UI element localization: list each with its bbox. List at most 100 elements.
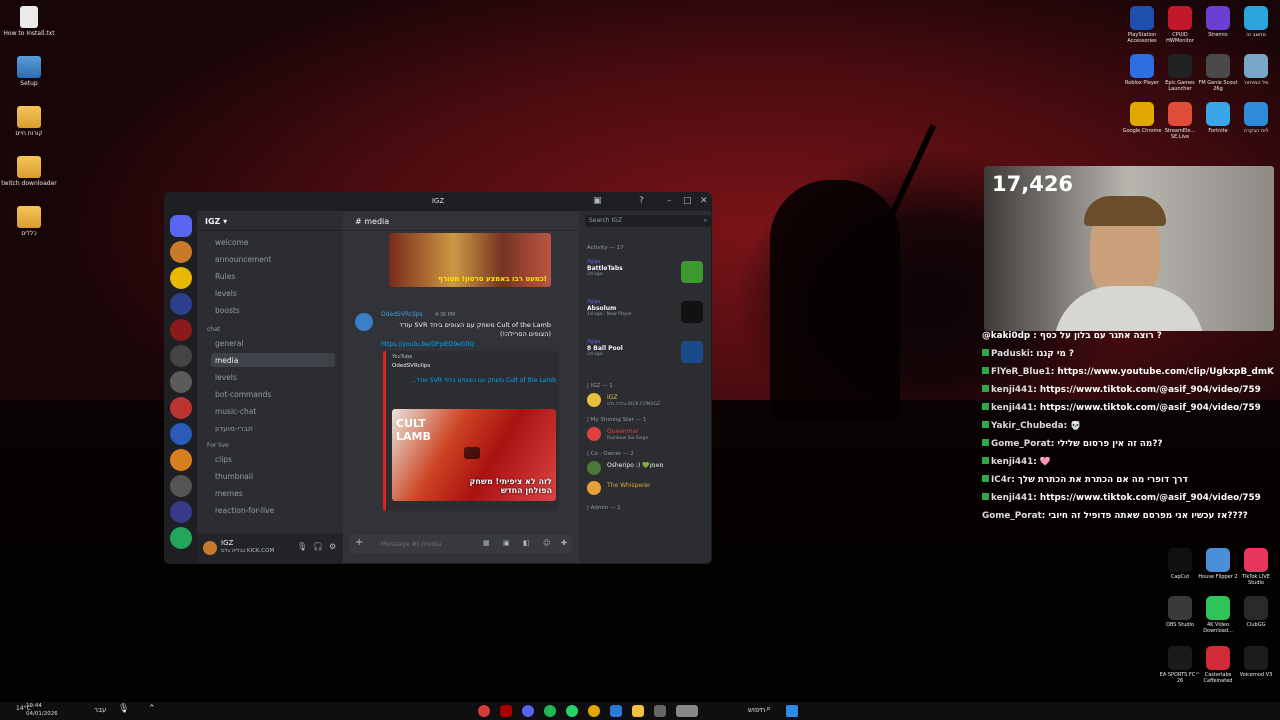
channel-item[interactable]: announcement — [211, 252, 335, 266]
channel-category[interactable]: For live — [207, 442, 229, 449]
activity-card[interactable]: Pippa BattleTabs 2d ago — [587, 259, 707, 293]
gear-icon[interactable]: ⚙ — [329, 542, 336, 551]
minimize-button[interactable]: – — [667, 196, 672, 206]
channel-item[interactable]: Rules — [211, 269, 335, 283]
task-view-icon[interactable] — [676, 705, 698, 717]
avatar[interactable] — [355, 313, 373, 331]
channel-item[interactable]: bot-commands — [211, 387, 335, 401]
app-icon[interactable] — [500, 705, 512, 717]
desktop-icon[interactable]: twitch downloader — [0, 156, 58, 187]
member-name[interactable]: Osheripo :) 💚מאמן — [607, 462, 663, 469]
channel-item[interactable]: חברי-מועדון — [211, 421, 335, 435]
message-author[interactable]: OdedSVRclips — [381, 311, 423, 318]
discord-icon[interactable] — [522, 705, 534, 717]
channel-item[interactable]: thumbnail — [211, 469, 335, 483]
server-icon[interactable] — [170, 267, 192, 289]
channel-item[interactable]: general — [211, 336, 335, 350]
activity-card[interactable]: Pippa Absolum 1d ago · New Player — [587, 299, 707, 333]
server-icon[interactable] — [170, 319, 192, 341]
channel-item[interactable]: clips — [211, 452, 335, 466]
server-icon[interactable] — [170, 475, 192, 497]
desktop-icon[interactable]: Voicemod V3 — [1234, 646, 1278, 678]
search-label[interactable]: חיפוש — [748, 706, 765, 714]
avatar[interactable] — [587, 461, 601, 475]
maximize-button[interactable]: □ — [683, 196, 692, 206]
close-button[interactable]: ✕ — [700, 196, 708, 206]
member-name[interactable]: IGZ — [607, 394, 618, 401]
desktop-icon[interactable]: TikTok LIVE Studio — [1234, 548, 1278, 586]
server-name[interactable]: IGZ ▾ — [197, 211, 343, 231]
channel-item[interactable]: boosts — [211, 303, 335, 317]
channel-item[interactable]: welcome — [211, 235, 335, 249]
whatsapp-icon[interactable] — [566, 705, 578, 717]
avatar[interactable] — [587, 481, 601, 495]
app-icon[interactable] — [478, 705, 490, 717]
embed-title[interactable]: Cult of the Lamb משחק עם הצופים ביחד SVR… — [392, 377, 556, 384]
channel-item[interactable]: reaction-for-live — [211, 503, 335, 517]
chat-area: # media כמעט רבו באמצע סרטון! מטורף! Ode… — [343, 211, 579, 563]
server-icon[interactable] — [170, 293, 192, 315]
discord-home-icon[interactable] — [170, 215, 192, 237]
channel-item[interactable]: memes — [211, 486, 335, 500]
desktop-icon[interactable]: Setup — [0, 56, 58, 87]
channel-item[interactable]: media — [211, 353, 335, 367]
embed-author[interactable]: OdedSVRclips — [392, 363, 430, 369]
desktop-icon[interactable]: מחשב זה — [1234, 6, 1278, 38]
channel-item[interactable]: levels — [211, 370, 335, 384]
avatar[interactable] — [587, 427, 601, 441]
gift-icon[interactable]: ▦ — [483, 539, 490, 547]
mic-icon[interactable]: 🎙 — [297, 542, 307, 551]
gif-icon[interactable]: ▣ — [503, 539, 510, 547]
add-server-icon[interactable] — [170, 527, 192, 549]
game-icon — [681, 301, 703, 323]
desktop-icon[interactable]: כללים — [0, 206, 58, 237]
video-thumbnail[interactable]: CULT LAMB לזה לא ציפיתי! משחק הפולחן החדש — [392, 409, 556, 501]
server-icon[interactable] — [170, 423, 192, 445]
desktop-icon[interactable]: לוח הבקרה — [1234, 102, 1278, 134]
avatar[interactable] — [203, 541, 217, 555]
emoji-icon[interactable]: ☺ — [543, 539, 550, 547]
headphones-icon[interactable]: 🎧 — [313, 542, 323, 551]
plus-icon[interactable]: + — [355, 537, 363, 548]
chrome-icon[interactable] — [588, 705, 600, 717]
message-link[interactable]: https://youtu.be/DPpIED9eG0Q — [381, 341, 474, 348]
desktop-icon[interactable]: ClubGG — [1234, 596, 1278, 628]
sticker-icon[interactable]: ◧ — [523, 539, 530, 547]
store-icon[interactable] — [610, 705, 622, 717]
activity-card[interactable]: Pippa 8 Ball Pool 2d ago — [587, 339, 707, 373]
clock-date[interactable]: 04/01/2026 — [26, 711, 58, 717]
search-icon[interactable]: ⌕ — [766, 704, 771, 714]
app-icon[interactable] — [654, 705, 666, 717]
thumbnail-image[interactable]: כמעט רבו באמצע סרטון! מטורף! — [389, 233, 551, 287]
avatar[interactable] — [587, 393, 601, 407]
mic-icon[interactable]: 🎙 — [118, 704, 129, 714]
play-icon[interactable] — [464, 447, 480, 459]
start-icon[interactable] — [786, 705, 798, 717]
folder-icon — [17, 156, 41, 178]
server-icon[interactable] — [170, 241, 192, 263]
chevron-up-icon[interactable]: ⌃ — [148, 704, 156, 714]
desktop-icon[interactable]: סל המיחזור — [1234, 54, 1278, 86]
search-input[interactable]: Search IGZ ⌕ — [585, 215, 711, 227]
chat-badge-icon — [982, 385, 989, 392]
message-composer[interactable]: + Message #| media ▦ ▣ ◧ ☺ ✚ — [349, 535, 573, 553]
server-icon[interactable] — [170, 371, 192, 393]
spotify-icon[interactable] — [544, 705, 556, 717]
apps-icon[interactable]: ✚ — [561, 539, 567, 547]
clock-time[interactable]: 19:44 — [26, 703, 42, 709]
channel-category[interactable]: chat — [207, 326, 220, 333]
help-icon[interactable]: ? — [639, 196, 644, 206]
channel-item[interactable]: music-chat — [211, 404, 335, 418]
member-name[interactable]: The Whisperer — [607, 482, 651, 489]
desktop-icon[interactable]: How to Install.txt — [0, 6, 58, 37]
server-icon[interactable] — [170, 397, 192, 419]
server-icon[interactable] — [170, 501, 192, 523]
inbox-icon[interactable]: ▣ — [593, 196, 602, 206]
desktop-icon[interactable]: קורות חיים — [0, 106, 58, 137]
member-name[interactable]: Queenmar — [607, 428, 639, 435]
language-indicator[interactable]: עבר — [94, 706, 106, 714]
server-icon[interactable] — [170, 449, 192, 471]
file-explorer-icon[interactable] — [632, 705, 644, 717]
server-icon[interactable] — [170, 345, 192, 367]
channel-item[interactable]: levels — [211, 286, 335, 300]
